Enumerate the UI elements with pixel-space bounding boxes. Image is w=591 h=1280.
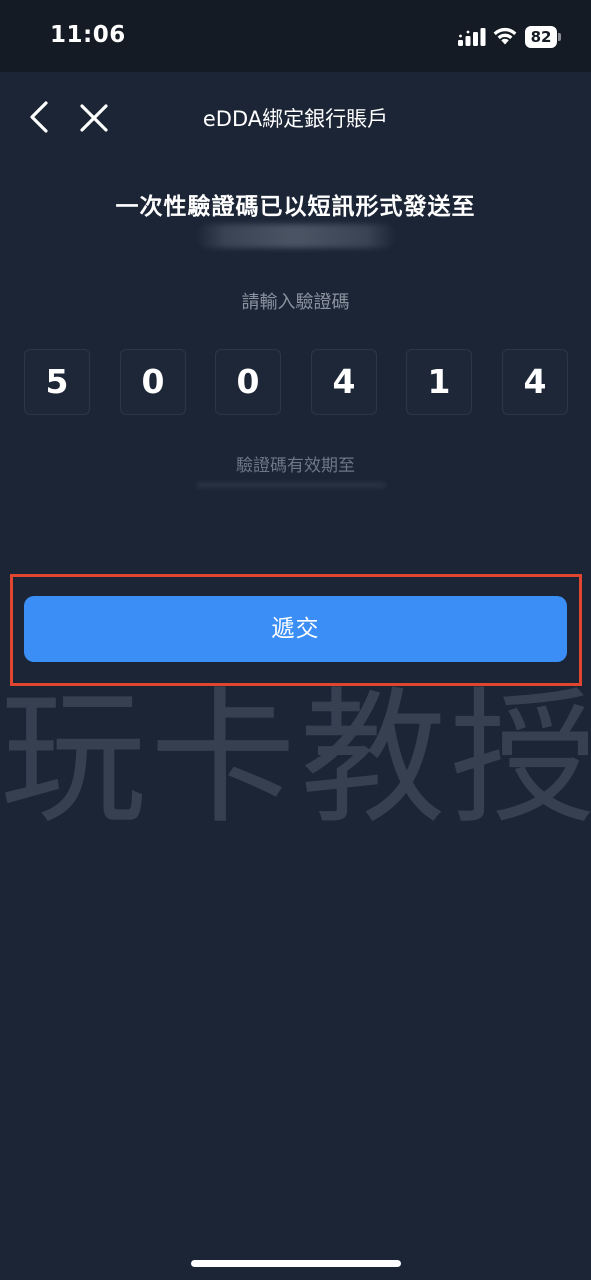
sms-sent-headline: 一次性驗證碼已以短訊形式發送至 xyxy=(115,194,476,220)
status-time: 11:06 xyxy=(50,22,126,48)
submit-button[interactable]: 遞交 xyxy=(24,596,567,662)
otp-input-group[interactable]: 5 0 0 4 1 4 xyxy=(24,349,568,415)
battery-level: 82 xyxy=(525,26,557,48)
battery-icon: 82 xyxy=(525,26,561,48)
cellular-signal-icon xyxy=(458,28,486,46)
battery-tip xyxy=(558,33,561,41)
close-icon[interactable] xyxy=(78,102,110,134)
otp-digit-6[interactable]: 4 xyxy=(502,349,568,415)
page-title: eDDA綁定銀行賬戶 xyxy=(202,107,389,131)
chevron-left-icon[interactable] xyxy=(26,100,56,134)
status-bar: 11:06 82 xyxy=(0,0,591,72)
otp-prompt: 請輸入驗證碼 xyxy=(241,292,350,313)
otp-digit-4[interactable]: 4 xyxy=(311,349,377,415)
watermark: 玩卡教授 xyxy=(0,674,591,844)
otp-expiry-label: 驗證碼有效期至 xyxy=(236,456,355,476)
otp-digit-1[interactable]: 5 xyxy=(24,349,90,415)
home-indicator[interactable] xyxy=(191,1260,401,1267)
otp-digit-2[interactable]: 0 xyxy=(120,349,186,415)
wifi-icon xyxy=(493,27,517,45)
otp-digit-3[interactable]: 0 xyxy=(215,349,281,415)
otp-digit-5[interactable]: 1 xyxy=(406,349,472,415)
nav-bar: eDDA綁定銀行賬戶 xyxy=(0,72,591,162)
masked-phone-number xyxy=(196,224,396,248)
otp-expiry-value-masked xyxy=(196,482,386,488)
